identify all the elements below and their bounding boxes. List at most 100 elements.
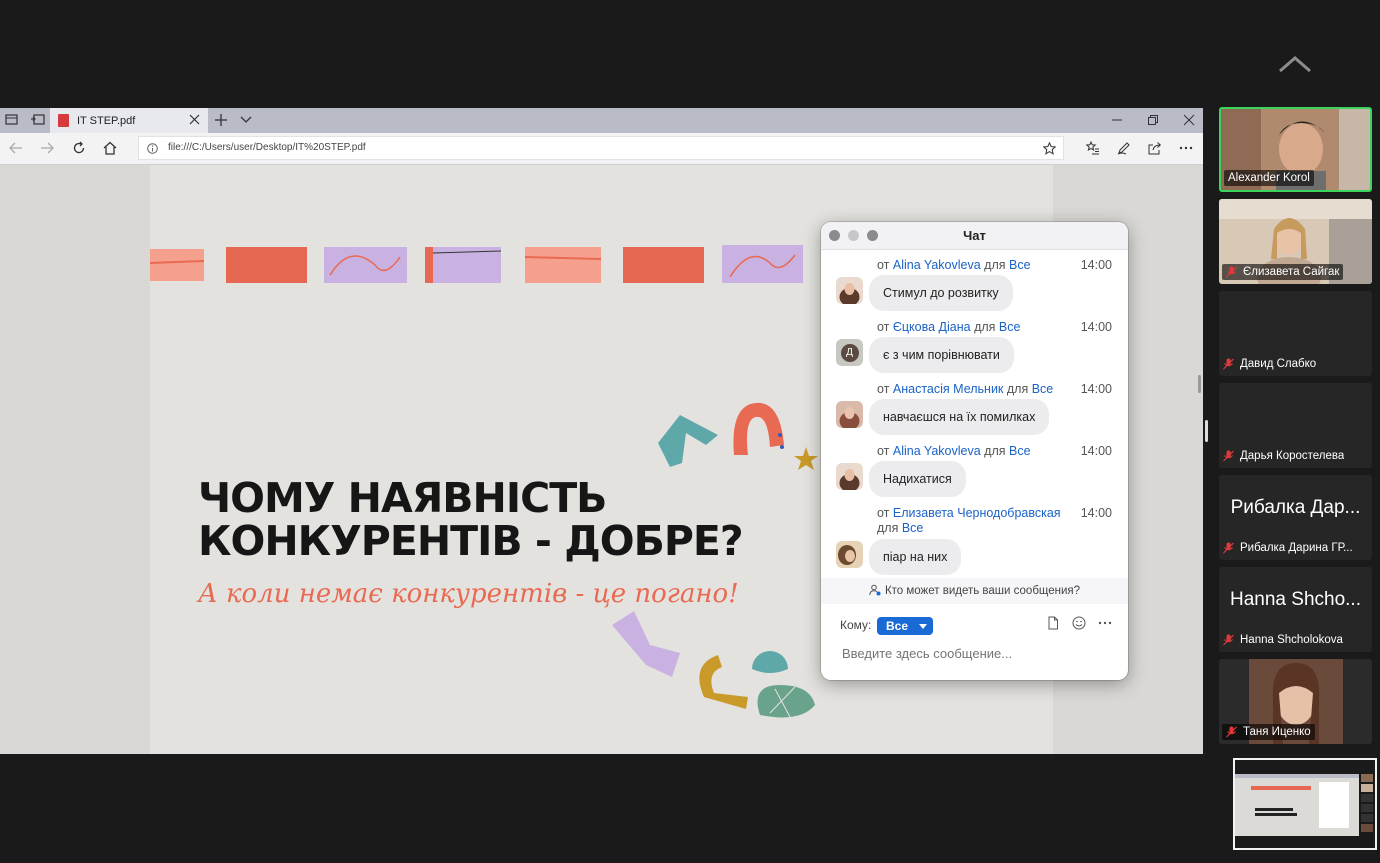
participant-name: Alexander Korol [1224,170,1314,186]
star-icon[interactable] [1043,142,1056,155]
privacy-note[interactable]: Кто может видеть ваши сообщения? [821,578,1128,604]
privacy-person-icon [869,584,881,596]
chat-title: Чат [963,228,986,243]
more-icon[interactable] [1098,616,1112,630]
avatar [836,463,863,490]
message-bubble: є з чим порівнювати [869,337,1014,373]
to-label: Кому: [840,618,872,632]
message-bubble: навчаєшся на їх помилках [869,399,1050,435]
video-tile[interactable]: Таня Иценко [1219,659,1372,744]
message-meta: от Єцкова Діана для Все [877,320,1021,334]
favorites-icon[interactable] [1085,140,1100,155]
recipient-name[interactable]: Все [1032,382,1054,396]
scrollbar-thumb[interactable] [1198,375,1201,393]
participant-name: Єлизавета Сайгак [1222,264,1344,280]
participant-name: Давид Слабко [1223,358,1316,370]
dropdown-caret-icon [919,624,927,629]
recipient-name[interactable]: Все [1009,444,1031,458]
avatar [836,277,863,304]
message-meta: от Елизавета Чернодобравская для Все [877,506,1061,535]
more-icon[interactable] [1179,141,1193,155]
back-icon[interactable] [9,141,23,155]
recipient-select-value: Все [886,619,909,633]
tab-title: IT STEP.pdf [77,114,136,127]
participant-big-name: Hanna Shcho... [1230,589,1361,610]
mic-off-icon [1223,634,1234,646]
recipient-select[interactable]: Все [877,617,933,635]
message-bubble: піар на них [869,539,962,575]
chevron-up-icon[interactable] [1278,54,1312,74]
home-icon[interactable] [103,141,117,155]
restore-icon[interactable] [1147,113,1159,125]
message-time: 14:00 [1080,444,1112,458]
share-icon[interactable] [1148,141,1162,155]
participant-name: Hanna Shcholokova [1223,634,1343,646]
video-tile[interactable]: Давид Слабко [1219,291,1372,376]
recipient-name[interactable]: Все [999,320,1021,334]
recipient-name[interactable]: Все [902,521,924,535]
chat-header: Чат [821,222,1128,250]
message-time: 14:00 [1080,506,1112,520]
chat-panel: Чат от Alina Yakovleva для Все 14:00 Сти… [821,222,1128,680]
avatar [836,401,863,428]
video-tile[interactable]: Рибалка Дар... Рибалка Дарина ГР... [1219,475,1372,560]
video-tile[interactable]: Дарья Коростелева [1219,383,1372,468]
close-icon[interactable] [189,114,200,125]
message-meta: от Анастасія Мельник для Все [877,382,1054,396]
video-tile[interactable]: Єлизавета Сайгак [1219,199,1372,284]
set-aside-tabs-icon[interactable] [30,112,46,128]
message-time: 14:00 [1080,320,1112,334]
thumbnail-preview [1235,760,1375,848]
forward-icon[interactable] [40,141,54,155]
gallery-resize-handle[interactable] [1205,420,1208,442]
participant-name: Рибалка Дарина ГР... [1223,542,1353,554]
pen-icon[interactable] [1117,141,1131,155]
minimize-icon[interactable] [1111,113,1123,125]
mic-off-icon [1226,266,1237,278]
shared-screen-thumbnail[interactable] [1233,758,1377,850]
chevron-down-icon[interactable] [240,115,252,125]
sender-name[interactable]: Елизавета Чернодобравская [893,506,1061,520]
info-icon[interactable] [147,143,158,154]
sender-name[interactable]: Анастасія Мельник [893,382,1004,396]
mic-off-icon [1223,358,1234,370]
plus-icon[interactable] [214,113,228,127]
avatar [836,541,863,568]
sender-name[interactable]: Alina Yakovleva [893,444,981,458]
url-text: file:///C:/Users/user/Desktop/IT%20STEP.… [168,142,366,153]
window-close-icon[interactable] [1183,113,1195,126]
mic-off-icon [1223,542,1234,554]
refresh-icon[interactable] [72,141,86,155]
tab-actions-icon[interactable] [4,112,20,128]
video-tile[interactable]: Alexander Korol [1219,107,1372,192]
address-bar-row: file:///C:/Users/user/Desktop/IT%20STEP.… [0,133,1203,165]
slide-subtitle: А коли немає конкурентів - це погано! [198,579,739,609]
file-icon[interactable] [1046,616,1060,630]
url-field[interactable]: file:///C:/Users/user/Desktop/IT%20STEP.… [138,136,1064,160]
emoji-icon[interactable] [1072,616,1086,630]
decorative-shapes-bottom [612,611,815,718]
sender-name[interactable]: Alina Yakovleva [893,258,981,272]
participant-name: Таня Иценко [1222,724,1315,740]
decorative-shapes-top [658,402,818,470]
message-meta: от Alina Yakovleva для Все [877,258,1031,272]
message-time: 14:00 [1080,382,1112,396]
chat-message-input[interactable] [842,646,1102,661]
privacy-text: Кто может видеть ваши сообщения? [884,585,1081,597]
tab-bar: IT STEP.pdf [0,108,1203,133]
pdf-icon [58,114,69,127]
avatar-letter: Д [840,343,859,362]
participant-big-name: Рибалка Дар... [1230,497,1361,518]
decorative-strip [150,245,803,283]
recipient-name[interactable]: Все [1009,258,1031,272]
avatar: Д [836,339,863,366]
message-time: 14:00 [1080,258,1112,272]
video-tile[interactable]: Hanna Shcho... Hanna Shcholokova [1219,567,1372,652]
message-bubble: Стимул до розвитку [869,275,1013,311]
mic-off-icon [1226,726,1237,738]
slide-title: ЧОМУ НАЯВНІСТЬ КОНКУРЕНТІВ - ДОБРЕ? [198,474,744,565]
sender-name[interactable]: Єцкова Діана [893,320,971,334]
mic-off-icon [1223,450,1234,462]
tab-it-step-pdf[interactable]: IT STEP.pdf [50,108,208,133]
message-meta: от Alina Yakovleva для Все [877,444,1031,458]
